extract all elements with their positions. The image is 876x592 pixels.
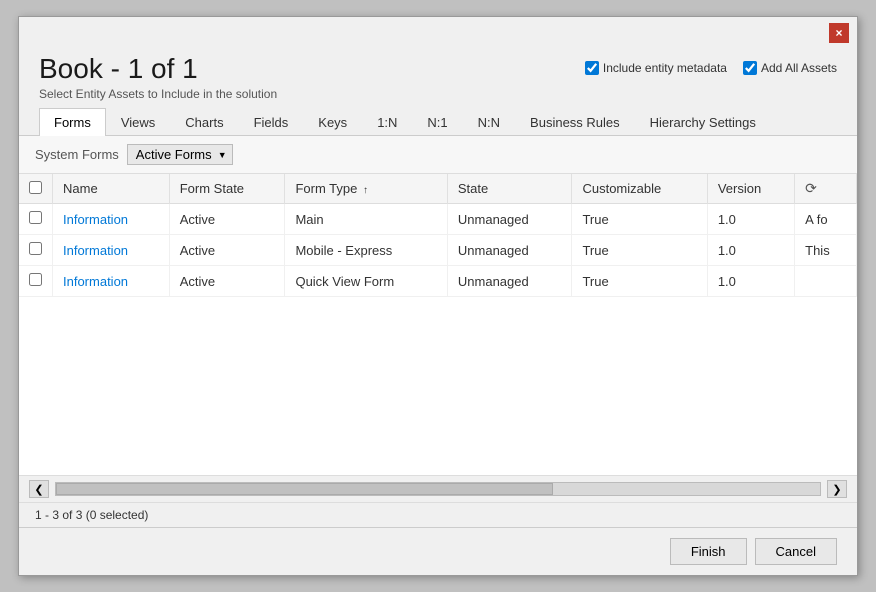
sort-arrow-icon: ↑ (363, 185, 368, 196)
table-row: Information Active Mobile - Express Unma… (19, 235, 857, 266)
add-all-assets-item: Add All Assets (743, 61, 837, 75)
status-bar: 1 - 3 of 3 (0 selected) (19, 502, 857, 527)
tab-hierarchy-settings[interactable]: Hierarchy Settings (635, 108, 771, 136)
row-checkbox-0[interactable] (29, 211, 42, 224)
row-checkbox-cell (19, 266, 53, 297)
row-form-type-cell: Quick View Form (285, 266, 447, 297)
title-bar: × (19, 17, 857, 43)
row-form-type-cell: Mobile - Express (285, 235, 447, 266)
forms-table: Name Form State Form Type ↑ State Custom… (19, 174, 857, 297)
col-form-state: Form State (169, 174, 285, 204)
row-customizable-cell: True (572, 204, 707, 235)
row-checkbox-cell (19, 235, 53, 266)
subheader: System Forms Active Forms (19, 136, 857, 174)
row-state-cell: Unmanaged (447, 204, 572, 235)
tab-nn[interactable]: N:N (463, 108, 515, 136)
table-header-row: Name Form State Form Type ↑ State Custom… (19, 174, 857, 204)
close-button[interactable]: × (829, 23, 849, 43)
col-refresh: ⟳ (795, 174, 857, 204)
tab-forms[interactable]: Forms (39, 108, 106, 136)
col-version: Version (707, 174, 794, 204)
row-name-link-2[interactable]: Information (63, 274, 128, 289)
dialog-subtitle: Select Entity Assets to Include in the s… (39, 87, 277, 101)
tab-charts[interactable]: Charts (170, 108, 238, 136)
row-form-state-cell: Active (169, 235, 285, 266)
include-entity-metadata-item: Include entity metadata (585, 61, 727, 75)
row-version-cell: 1.0 (707, 266, 794, 297)
col-name: Name (53, 174, 170, 204)
row-version-cell: 1.0 (707, 204, 794, 235)
scroll-left-button[interactable]: ❮ (29, 480, 49, 498)
table-body: Information Active Main Unmanaged True 1… (19, 204, 857, 297)
horizontal-scrollbar: ❮ ❯ (19, 475, 857, 502)
row-version-cell: 1.0 (707, 235, 794, 266)
content-area: System Forms Active Forms Name Form Stat… (19, 136, 857, 527)
tab-keys[interactable]: Keys (303, 108, 362, 136)
status-text: 1 - 3 of 3 (0 selected) (35, 508, 148, 522)
include-entity-metadata-checkbox[interactable] (585, 61, 599, 75)
row-name-cell: Information (53, 235, 170, 266)
row-name-link-0[interactable]: Information (63, 212, 128, 227)
subheader-label: System Forms (35, 147, 119, 162)
dialog-header: Book - 1 of 1 Select Entity Assets to In… (19, 43, 857, 107)
row-name-cell: Information (53, 204, 170, 235)
include-entity-metadata-label: Include entity metadata (603, 61, 727, 75)
scroll-thumb[interactable] (56, 483, 553, 495)
row-customizable-cell: True (572, 266, 707, 297)
tab-1n[interactable]: 1:N (362, 108, 412, 136)
main-dialog: × Book - 1 of 1 Select Entity Assets to … (18, 16, 858, 576)
dialog-footer: Finish Cancel (19, 527, 857, 575)
table-row: Information Active Main Unmanaged True 1… (19, 204, 857, 235)
table-row: Information Active Quick View Form Unman… (19, 266, 857, 297)
tab-fields[interactable]: Fields (239, 108, 304, 136)
tab-views[interactable]: Views (106, 108, 170, 136)
row-state-cell: Unmanaged (447, 235, 572, 266)
row-form-state-cell: Active (169, 266, 285, 297)
finish-button[interactable]: Finish (670, 538, 747, 565)
add-all-assets-label: Add All Assets (761, 61, 837, 75)
row-state-cell: Unmanaged (447, 266, 572, 297)
row-name-link-1[interactable]: Information (63, 243, 128, 258)
tab-business-rules[interactable]: Business Rules (515, 108, 635, 136)
select-all-checkbox[interactable] (29, 181, 42, 194)
dialog-title: Book - 1 of 1 (39, 53, 277, 85)
row-extra-cell (795, 266, 857, 297)
row-extra-cell: This (795, 235, 857, 266)
row-form-type-cell: Main (285, 204, 447, 235)
col-state: State (447, 174, 572, 204)
row-checkbox-1[interactable] (29, 242, 42, 255)
row-form-state-cell: Active (169, 204, 285, 235)
active-forms-dropdown[interactable]: Active Forms (127, 144, 233, 165)
scroll-track[interactable] (55, 482, 821, 496)
table-container: Name Form State Form Type ↑ State Custom… (19, 174, 857, 475)
add-all-assets-checkbox[interactable] (743, 61, 757, 75)
col-customizable: Customizable (572, 174, 707, 204)
scroll-right-button[interactable]: ❯ (827, 480, 847, 498)
header-checkboxes: Include entity metadata Add All Assets (585, 53, 837, 75)
tab-n1[interactable]: N:1 (412, 108, 462, 136)
col-check (19, 174, 53, 204)
row-extra-cell: A fo (795, 204, 857, 235)
col-form-type[interactable]: Form Type ↑ (285, 174, 447, 204)
row-customizable-cell: True (572, 235, 707, 266)
refresh-icon: ⟳ (805, 180, 817, 196)
tabs-bar: Forms Views Charts Fields Keys 1:N N:1 N… (19, 107, 857, 136)
row-checkbox-2[interactable] (29, 273, 42, 286)
row-checkbox-cell (19, 204, 53, 235)
row-name-cell: Information (53, 266, 170, 297)
cancel-button[interactable]: Cancel (755, 538, 837, 565)
title-section: Book - 1 of 1 Select Entity Assets to In… (39, 53, 277, 101)
